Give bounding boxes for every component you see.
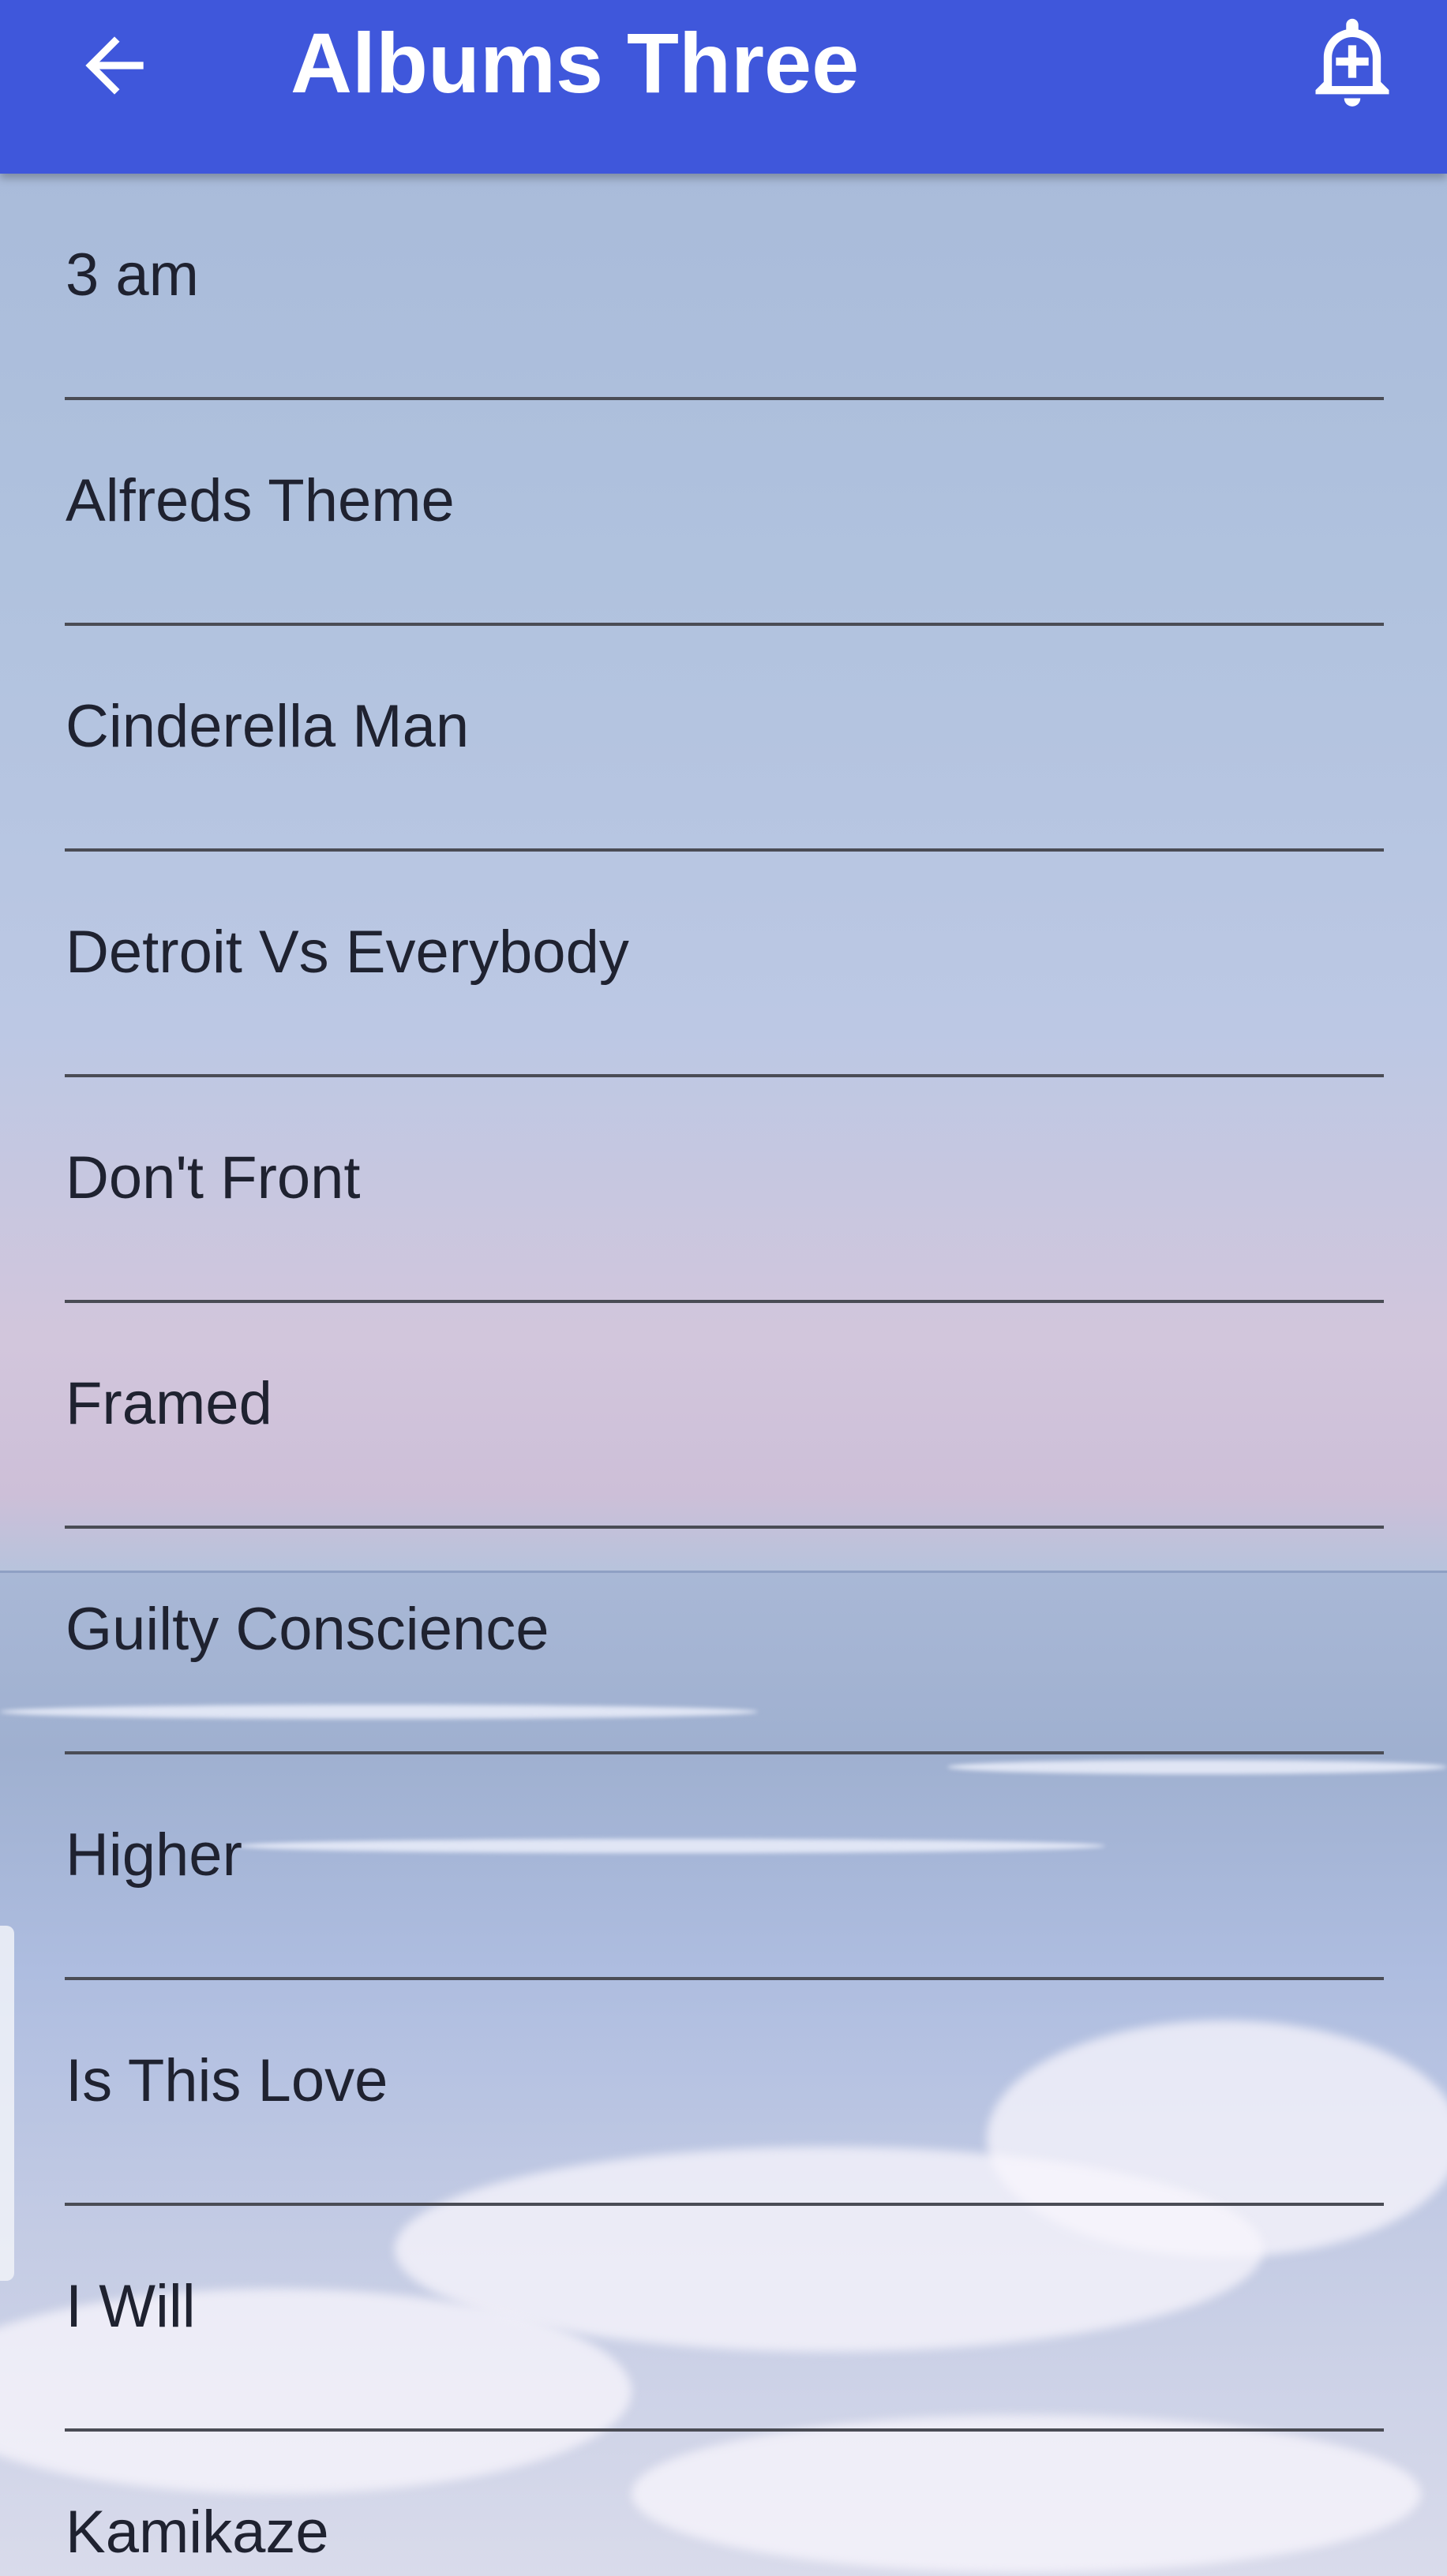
list-item[interactable]: Kamikaze: [0, 2431, 1447, 2576]
arrow-back-icon: [71, 22, 158, 113]
song-title: Guilty Conscience: [66, 1596, 549, 1663]
alarm-add-icon: [1303, 13, 1401, 114]
add-alarm-button[interactable]: [1289, 0, 1415, 126]
list-item[interactable]: Is This Love: [0, 1979, 1447, 2206]
list-item[interactable]: 3 am: [0, 174, 1447, 400]
list-item[interactable]: Alfreds Theme: [0, 399, 1447, 626]
page-title: Albums Three: [291, 15, 860, 110]
song-title: 3 am: [66, 242, 199, 309]
list-item[interactable]: Higher: [0, 1754, 1447, 1980]
song-title: Kamikaze: [66, 2499, 329, 2566]
app-bar: Albums Three: [0, 0, 1447, 174]
song-title: Detroit Vs Everybody: [66, 919, 629, 986]
song-title: Higher: [66, 1822, 242, 1889]
list-item[interactable]: Don't Front: [0, 1076, 1447, 1303]
song-title: Don't Front: [66, 1144, 361, 1211]
list-item[interactable]: Guilty Conscience: [0, 1528, 1447, 1754]
list-item[interactable]: I Will: [0, 2205, 1447, 2432]
app-screen: Albums Three 3 am Alfreds Theme Cinderel…: [0, 0, 1447, 2576]
song-list: 3 am Alfreds Theme Cinderella Man Detroi…: [0, 174, 1447, 2576]
song-title: Framed: [66, 1370, 272, 1437]
song-title: Alfreds Theme: [66, 467, 455, 534]
song-title: Cinderella Man: [66, 693, 470, 760]
song-title: Is This Love: [66, 2047, 388, 2114]
scroll-handle[interactable]: [0, 1926, 14, 2281]
list-item[interactable]: Framed: [0, 1302, 1447, 1529]
song-title: I Will: [66, 2273, 196, 2340]
list-item[interactable]: Cinderella Man: [0, 625, 1447, 852]
list-item[interactable]: Detroit Vs Everybody: [0, 851, 1447, 1077]
back-button[interactable]: [55, 8, 174, 126]
